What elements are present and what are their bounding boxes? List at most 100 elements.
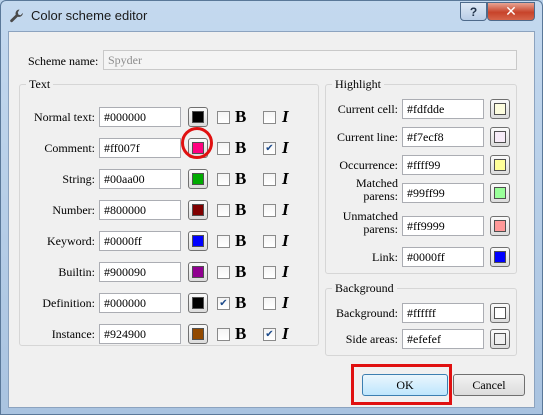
text-row-label: Normal text:	[34, 110, 95, 124]
text-row-label: Instance:	[51, 327, 95, 341]
highlight-color-field[interactable]	[402, 127, 484, 147]
highlight-color-swatch-color	[494, 220, 506, 232]
highlight-color-field[interactable]	[402, 99, 484, 119]
help-button[interactable]: ?	[460, 2, 487, 21]
text-color-field[interactable]	[99, 324, 181, 344]
highlight-color-swatch-color	[494, 103, 506, 115]
background-color-field[interactable]	[402, 329, 484, 349]
background-group: Background Background: Side areas:	[325, 281, 517, 356]
highlight-color-swatch[interactable]	[490, 155, 510, 175]
close-button[interactable]: ✕	[487, 2, 535, 21]
background-row-label: Background:	[336, 306, 398, 320]
bold-label: B	[235, 293, 247, 312]
annotation-box	[351, 364, 452, 405]
text-color-field[interactable]	[99, 138, 181, 158]
text-color-swatch-color	[192, 297, 204, 309]
text-color-swatch[interactable]	[188, 169, 208, 189]
italic-label: I	[282, 293, 289, 312]
bold-checkbox[interactable]	[217, 142, 230, 155]
color-scheme-editor-window: Color scheme editor ? ✕ Scheme name: Tex…	[0, 0, 543, 415]
text-row-label: Definition:	[42, 296, 95, 310]
text-color-swatch-color	[192, 328, 204, 340]
text-color-swatch-color	[192, 111, 204, 123]
bold-checkbox[interactable]: ✔	[217, 297, 230, 310]
bold-label: B	[235, 169, 247, 188]
highlight-group-title: Highlight	[332, 77, 385, 92]
italic-label: I	[282, 169, 289, 188]
background-color-swatch-color	[494, 307, 506, 319]
italic-checkbox[interactable]: ✔	[263, 328, 276, 341]
background-color-swatch[interactable]	[490, 329, 510, 349]
text-color-swatch[interactable]	[188, 293, 208, 313]
background-color-field[interactable]	[402, 303, 484, 323]
bold-checkbox[interactable]	[217, 111, 230, 124]
bold-checkbox[interactable]	[217, 173, 230, 186]
text-color-swatch[interactable]	[188, 200, 208, 220]
text-row-label: Builtin:	[58, 265, 95, 279]
text-row-label: Keyword:	[47, 234, 95, 248]
highlight-row-label: Matched parens:	[356, 176, 398, 203]
highlight-group: Highlight Current cell: Current line: Occu…	[325, 77, 517, 274]
highlight-color-field[interactable]	[402, 216, 484, 236]
highlight-color-swatch[interactable]	[490, 247, 510, 267]
italic-checkbox[interactable]	[263, 266, 276, 279]
title-bar[interactable]: Color scheme editor ? ✕	[1, 1, 542, 31]
text-color-field[interactable]	[99, 169, 181, 189]
italic-checkbox[interactable]	[263, 297, 276, 310]
cancel-button[interactable]: Cancel	[453, 374, 525, 396]
bold-checkbox[interactable]	[217, 204, 230, 217]
highlight-color-field[interactable]	[402, 247, 484, 267]
italic-checkbox[interactable]	[263, 204, 276, 217]
annotation-circle	[181, 127, 213, 159]
highlight-color-swatch-color	[494, 251, 506, 263]
text-color-swatch[interactable]	[188, 231, 208, 251]
italic-checkbox[interactable]	[263, 111, 276, 124]
scheme-name-label: Scheme name:	[28, 54, 99, 68]
background-color-swatch[interactable]	[490, 303, 510, 323]
bold-label: B	[235, 107, 247, 126]
highlight-color-swatch[interactable]	[490, 183, 510, 203]
text-color-field[interactable]	[99, 262, 181, 282]
italic-label: I	[282, 200, 289, 219]
highlight-color-swatch-color	[494, 159, 506, 171]
text-row-label: Number:	[52, 203, 95, 217]
italic-label: I	[282, 231, 289, 250]
italic-checkbox[interactable]: ✔	[263, 142, 276, 155]
window-title: Color scheme editor	[31, 8, 148, 23]
bold-label: B	[235, 231, 247, 250]
highlight-color-swatch[interactable]	[490, 99, 510, 119]
highlight-row-label: Occurrence:	[339, 158, 398, 172]
bold-label: B	[235, 324, 247, 343]
bold-label: B	[235, 200, 247, 219]
bold-checkbox[interactable]	[217, 328, 230, 341]
text-color-field[interactable]	[99, 200, 181, 220]
highlight-color-field[interactable]	[402, 183, 484, 203]
italic-label: I	[282, 262, 289, 281]
highlight-row-label: Current cell:	[337, 102, 398, 116]
text-group: Text Normal text: B I Comment: B ✔ I String: B I N…	[19, 77, 319, 346]
background-color-swatch-color	[494, 333, 506, 345]
bold-checkbox[interactable]	[217, 266, 230, 279]
bold-checkbox[interactable]	[217, 235, 230, 248]
text-group-title: Text	[26, 77, 54, 92]
scheme-name-field[interactable]	[103, 50, 517, 70]
text-color-swatch[interactable]	[188, 324, 208, 344]
text-row-label: Comment:	[44, 141, 95, 155]
text-row-label: String:	[62, 172, 95, 186]
highlight-color-field[interactable]	[402, 155, 484, 175]
highlight-row-label: Current line:	[337, 130, 398, 144]
text-color-swatch[interactable]	[188, 262, 208, 282]
background-group-title: Background	[332, 281, 397, 296]
italic-label: I	[282, 324, 289, 343]
text-color-field[interactable]	[99, 107, 181, 127]
italic-checkbox[interactable]	[263, 173, 276, 186]
highlight-color-swatch-color	[494, 187, 506, 199]
text-color-field[interactable]	[99, 293, 181, 313]
text-color-field[interactable]	[99, 231, 181, 251]
bold-label: B	[235, 138, 247, 157]
highlight-color-swatch[interactable]	[490, 127, 510, 147]
italic-checkbox[interactable]	[263, 235, 276, 248]
italic-label: I	[282, 138, 289, 157]
highlight-color-swatch[interactable]	[490, 216, 510, 236]
text-color-swatch[interactable]	[188, 107, 208, 127]
